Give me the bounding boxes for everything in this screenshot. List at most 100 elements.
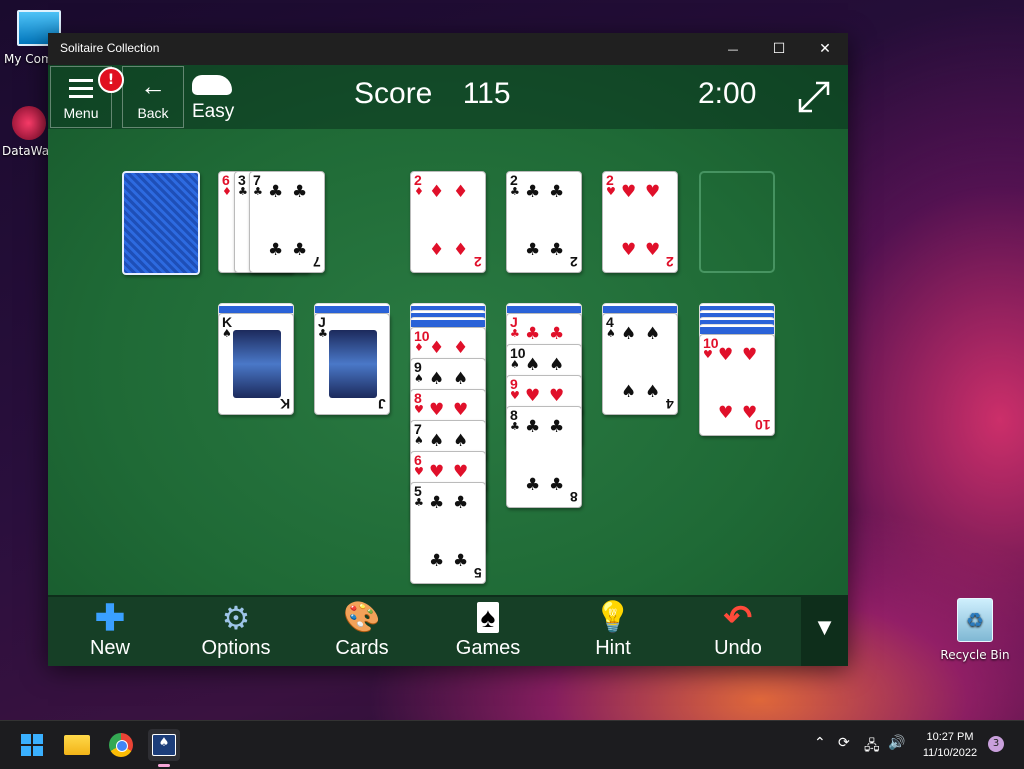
card-suit-icon: ♥: [510, 389, 520, 402]
volume-icon[interactable]: 🔊: [888, 735, 905, 751]
card-rank-bottom: 4: [666, 396, 674, 412]
card-suit-icon: ♥: [414, 465, 424, 478]
card-suit-icon: ♥: [414, 403, 424, 416]
folder-icon: [64, 735, 90, 755]
card-pip-icon: ♠: [453, 431, 469, 451]
close-button[interactable]: ✕: [802, 33, 848, 65]
card-pip-icon: ♦: [453, 338, 469, 358]
card-pip-icon: ♣: [429, 551, 445, 571]
clock[interactable]: 10:27 PM 11/10/2022: [915, 729, 985, 761]
cards-icon: ♠: [433, 602, 543, 633]
card-rank-bottom: K: [279, 396, 290, 412]
lightbulb-icon: 💡: [594, 601, 632, 634]
card-suit-icon: ♣: [510, 327, 520, 340]
card-pip-icon: ♦: [453, 240, 469, 260]
chrome-button[interactable]: [105, 729, 137, 761]
stock-pile[interactable]: [122, 171, 200, 275]
card-pip-icon: ♠: [549, 355, 565, 375]
window-title: Solitaire Collection: [60, 41, 160, 55]
playing-card[interactable]: 2 ♣ ♣ ♣ ♣ ♣ 2: [506, 171, 582, 273]
card-pip-icon: ♥: [525, 386, 541, 406]
card-pip-icon: ♣: [429, 493, 445, 513]
toolbar-label: Hint: [595, 637, 631, 659]
playing-card[interactable]: 4 ♠ ♠ ♠ ♠ ♠ 4: [602, 313, 678, 415]
options-button[interactable]: ⚙ Options: [181, 597, 291, 666]
gear-icon: ⚙: [221, 600, 251, 636]
card-suit-icon: ♠: [222, 327, 232, 340]
card-pip-icon: ♥: [645, 240, 661, 260]
datawag-icon: [12, 106, 46, 140]
solitaire-app-icon: ♠: [152, 734, 176, 756]
card-suit-icon: ♠: [414, 434, 424, 447]
playing-card[interactable]: 7 ♣ ♣ ♣ ♣ ♣ 7: [249, 171, 325, 273]
card-suit-icon: ♣: [318, 327, 328, 340]
toolbar-label: Games: [455, 637, 521, 659]
hint-button[interactable]: 💡 Hint: [558, 597, 668, 666]
card-pip-icon: ♦: [429, 240, 445, 260]
title-bar[interactable]: Solitaire Collection — ☐ ✕: [48, 33, 848, 65]
maximize-button[interactable]: ☐: [756, 33, 802, 65]
solitaire-window: Solitaire Collection — ☐ ✕ Menu ! ← Back…: [48, 33, 848, 666]
playing-card[interactable]: 10 ♥ ♥ ♥ ♥ ♥ 10: [699, 334, 775, 436]
card-suit-icon: ♦: [414, 185, 424, 198]
clock-date: 11/10/2022: [922, 747, 978, 759]
new-game-button[interactable]: ✚ New: [55, 597, 165, 666]
menu-label: Menu: [63, 105, 99, 121]
notification-badge[interactable]: 3: [988, 736, 1004, 752]
card-pip-icon: ♠: [429, 369, 445, 389]
start-button[interactable]: [16, 729, 48, 761]
playing-card[interactable]: J ♣ J: [314, 313, 390, 415]
playing-card[interactable]: 5 ♣ ♣ ♣ ♣ ♣ 5: [410, 482, 486, 584]
games-button[interactable]: ♠ Games: [433, 597, 543, 666]
fullscreen-icon[interactable]: [796, 79, 832, 115]
back-button[interactable]: ← Back: [122, 66, 184, 128]
playing-card[interactable]: 2 ♦ ♦ ♦ ♦ ♦ 2: [410, 171, 486, 273]
card-suit-icon: ♠: [510, 358, 520, 371]
card-suit-icon: ♦: [222, 185, 232, 198]
card-pip-icon: ♣: [453, 551, 469, 571]
network-icon[interactable]: 🖧: [864, 735, 880, 759]
card-rank-bottom: 10: [755, 417, 771, 433]
card-pip-icon: ♣: [525, 182, 541, 202]
card-suit-icon: ♦: [414, 341, 424, 354]
card-pip-icon: ♣: [268, 182, 284, 202]
playing-card[interactable]: 8 ♣ ♣ ♣ ♣ ♣ 8: [506, 406, 582, 508]
expand-toolbar-button[interactable]: ▼: [801, 597, 848, 666]
card-suit-icon: ♥: [703, 348, 713, 361]
card-pip-icon: ♦: [429, 182, 445, 202]
card-pip-icon: ♣: [268, 240, 284, 260]
recycle-bin-icon: ♻: [957, 598, 993, 642]
card-suit-icon: ♣: [510, 185, 520, 198]
card-pip-icon: ♠: [621, 324, 637, 344]
game-header: Menu ! ← Back Easy Score 115 2:00: [48, 65, 848, 129]
minimize-button[interactable]: —: [710, 33, 756, 65]
card-pip-icon: ♦: [453, 182, 469, 202]
playing-card[interactable]: K ♠ K: [218, 313, 294, 415]
chrome-icon: [109, 733, 133, 757]
foundation-empty-slot[interactable]: [699, 171, 775, 273]
card-pip-icon: ♣: [549, 417, 565, 437]
clock-time: 10:27 PM: [926, 731, 974, 743]
card-pip-icon: ♥: [718, 403, 734, 423]
card-pip-icon: ♥: [718, 345, 734, 365]
card-rank-bottom: 7: [313, 254, 321, 270]
back-arrow-icon: ←: [140, 71, 166, 101]
file-explorer-button[interactable]: [61, 729, 93, 761]
card-pip-icon: ♥: [453, 400, 469, 420]
update-icon[interactable]: ⟳: [838, 735, 850, 751]
card-pip-icon: ♣: [525, 417, 541, 437]
desktop-icon-recycle-bin[interactable]: ♻ Recycle Bin: [940, 598, 1010, 662]
card-rank-bottom: 5: [474, 565, 482, 581]
undo-button[interactable]: ↶ Undo: [683, 597, 793, 666]
card-pip-icon: ♠: [429, 431, 445, 451]
solitaire-taskbar-button[interactable]: ♠: [148, 729, 180, 767]
card-pip-icon: ♠: [525, 355, 541, 375]
playing-card[interactable]: 2 ♥ ♥ ♥ ♥ ♥ 2: [602, 171, 678, 273]
palette-icon: 🎨: [343, 601, 381, 634]
score-display: Score 115: [354, 77, 511, 111]
score-value: 115: [462, 77, 511, 110]
cards-button[interactable]: 🎨 Cards: [307, 597, 417, 666]
card-suit-icon: ♣: [414, 496, 424, 509]
card-pip-icon: ♠: [453, 369, 469, 389]
chevron-up-icon[interactable]: ⌃: [814, 735, 826, 751]
